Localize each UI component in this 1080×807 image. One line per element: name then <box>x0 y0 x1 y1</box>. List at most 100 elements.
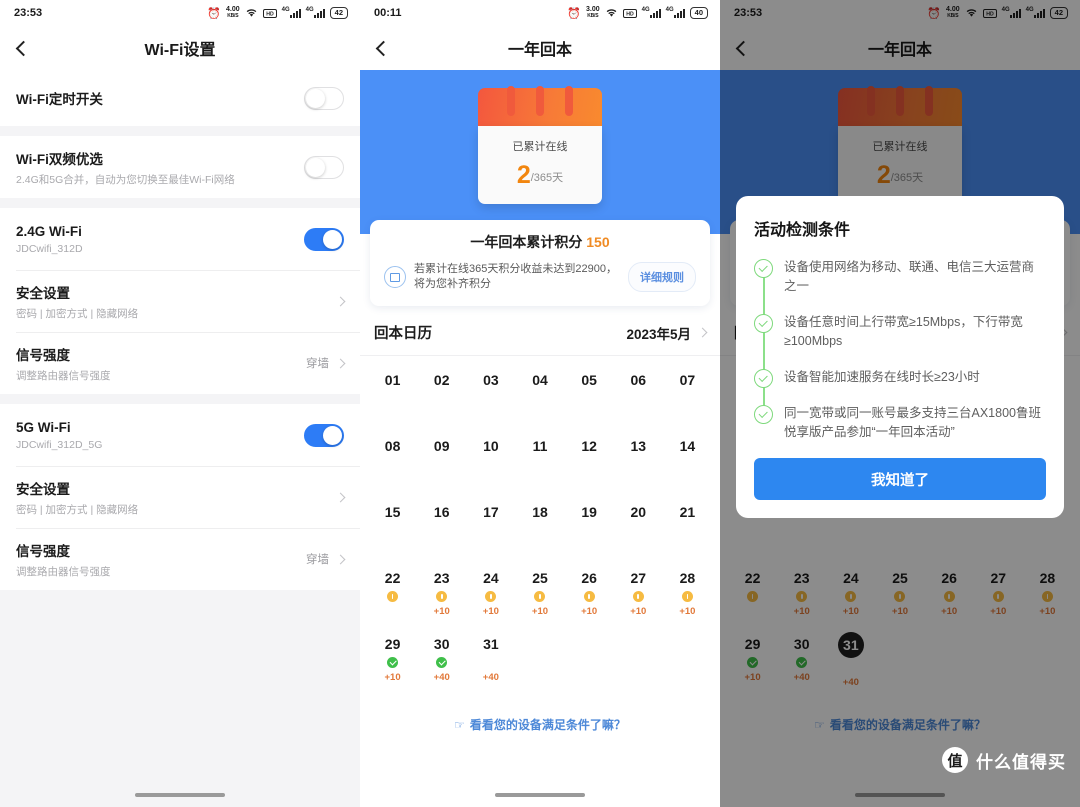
home-indicator[interactable] <box>0 793 360 797</box>
online-days-count: 2 <box>516 161 531 189</box>
row-subtitle: 调整路由器信号强度 <box>16 369 111 382</box>
home-indicator[interactable] <box>360 793 720 797</box>
row-subtitle: JDCwifi_312D_5G <box>16 438 103 451</box>
calendar-day-cell[interactable]: 31 +40 <box>466 628 515 694</box>
check-circle-icon <box>754 259 773 278</box>
signal-sim2-icon: 4G <box>306 7 325 18</box>
setting-row-24g-security[interactable]: 安全设置 密码 | 加密方式 | 隐藏网络 <box>0 270 360 332</box>
calendar-day-cell[interactable]: 11 <box>515 430 564 496</box>
calendar-day-cell[interactable]: 20 <box>614 496 663 562</box>
calendar-day-cell[interactable]: 08 <box>368 430 417 496</box>
calendar-day-cell[interactable]: 26 +10 <box>565 562 614 628</box>
calendar-day-cell[interactable]: 10 <box>466 430 515 496</box>
status-warning-icon <box>681 591 693 602</box>
calendar-day-cell[interactable]: 23 +10 <box>417 562 466 628</box>
status-bar: 00:11 ⏰ 3.00 KB/S HD 4G 4G 40 <box>360 0 720 26</box>
toggle-5g-wifi[interactable] <box>304 423 344 447</box>
calendar-day-cell[interactable]: 25 +10 <box>515 562 564 628</box>
calendar-day-points: +10 <box>679 606 696 617</box>
settings-group-schedule: Wi-Fi定时开关 <box>0 70 360 126</box>
calendar-day-cell[interactable]: 19 <box>565 496 614 562</box>
chevron-right-icon <box>697 327 708 338</box>
calendar-day-number: 06 <box>630 372 647 388</box>
calendar-day-cell[interactable]: 06 <box>614 364 663 430</box>
calendar-day-cell[interactable]: 21 <box>663 496 712 562</box>
calendar-day-points: +40 <box>482 672 499 683</box>
setting-row-wifi-schedule[interactable]: Wi-Fi定时开关 <box>0 70 360 126</box>
status-warning-icon <box>485 591 497 602</box>
calendar-day-cell[interactable]: 16 <box>417 496 466 562</box>
modal-title: 活动检测条件 <box>754 222 851 239</box>
calendar-day-cell[interactable]: 09 <box>417 430 466 496</box>
setting-row-5g-security[interactable]: 安全设置 密码 | 加密方式 | 隐藏网络 <box>0 466 360 528</box>
online-days-value: 2/365天 <box>484 161 596 190</box>
calendar-day-cell[interactable]: 24 +10 <box>466 562 515 628</box>
calendar-day-cell[interactable]: 07 <box>663 364 712 430</box>
calendar-day-cell[interactable]: 18 <box>515 496 564 562</box>
calendar-day-cell[interactable]: 01 <box>368 364 417 430</box>
network-speed-indicator: 4.00 KB/S <box>226 6 240 19</box>
calendar-day-cell[interactable]: 28 +10 <box>663 562 712 628</box>
calendar-day-number: 08 <box>384 438 401 454</box>
status-check-icon <box>436 657 448 668</box>
calendar-day-cell[interactable]: 30 +40 <box>417 628 466 694</box>
setting-row-dual-band[interactable]: Wi-Fi双频优选 2.4G和5G合并，自动为您切换至最佳Wi-Fi网络 <box>0 136 360 198</box>
calendar-day-cell[interactable]: 14 <box>663 430 712 496</box>
calendar-section-header: 回本日历 2023年5月 <box>360 306 720 355</box>
calendar-day-number: 04 <box>532 372 548 388</box>
back-button[interactable] <box>360 26 406 70</box>
calendar-day-number: 10 <box>483 438 499 454</box>
calendar-day-cell[interactable]: 27 +10 <box>614 562 663 628</box>
calendar-day-cell[interactable]: 04 <box>515 364 564 430</box>
calendar-day-points: +10 <box>384 672 401 683</box>
calendar-day-number: 28 <box>679 570 696 586</box>
confirm-button[interactable]: 我知道了 <box>754 458 1046 500</box>
condition-text: 设备使用网络为移动、联通、电信三大运营商之一 <box>784 260 1035 293</box>
check-circle-icon <box>754 369 773 388</box>
calendar-day-number: 03 <box>483 372 499 388</box>
condition-text: 设备任意时间上行带宽≥15Mbps，下行带宽≥100Mbps <box>784 315 1023 348</box>
svg-text:HD: HD <box>626 11 634 17</box>
calendar-day-cell[interactable]: 02 <box>417 364 466 430</box>
calendar-day-number: 18 <box>532 504 548 520</box>
calendar-day-cell[interactable]: 03 <box>466 364 515 430</box>
row-title: 2.4G Wi-Fi <box>16 223 82 239</box>
calendar-day-cell[interactable]: 15 <box>368 496 417 562</box>
calendar-day-cell[interactable]: 13 <box>614 430 663 496</box>
row-subtitle: 密码 | 加密方式 | 隐藏网络 <box>16 503 139 516</box>
toggle-dual-band[interactable] <box>304 155 344 179</box>
calendar-day-number: 13 <box>630 438 647 454</box>
calendar-day-cell[interactable]: 05 <box>565 364 614 430</box>
calendar-day-number: 07 <box>679 372 696 388</box>
check-device-link[interactable]: ☞ 看看您的设备满足条件了嘛？ <box>360 700 720 743</box>
page-title: Wi-Fi设置 <box>144 42 216 59</box>
toggle-wifi-schedule[interactable] <box>304 86 344 110</box>
setting-row-24g-wifi[interactable]: 2.4G Wi-Fi JDCwifi_312D <box>0 208 360 270</box>
calendar-day-cell[interactable]: 29 +10 <box>368 628 417 694</box>
row-title: 信号强度 <box>16 543 70 559</box>
toggle-24g-wifi[interactable] <box>304 227 344 251</box>
setting-row-24g-signal[interactable]: 信号强度 调整路由器信号强度 穿墙 <box>0 332 360 394</box>
calendar-day-number: 02 <box>433 372 450 388</box>
calendar-day-cell[interactable]: 22 <box>368 562 417 628</box>
row-subtitle: 调整路由器信号强度 <box>16 565 111 578</box>
online-days-calendar-card: 已累计在线 2/365天 <box>478 86 602 204</box>
calendar-day-number: 20 <box>630 504 647 520</box>
back-button[interactable] <box>0 26 46 70</box>
calendar-day-number: 01 <box>384 372 401 388</box>
panel-wifi-settings: 23:53 ⏰ 4.00 KB/S HD 4G 4G 42 Wi-Fi设置 Wi… <box>0 0 360 807</box>
status-warning-icon <box>436 591 448 602</box>
calendar-day-number: 29 <box>384 636 401 652</box>
setting-row-5g-wifi[interactable]: 5G Wi-Fi JDCwifi_312D_5G <box>0 404 360 466</box>
calendar-day-number: 15 <box>384 504 401 520</box>
row-value: 穿墙 <box>306 358 329 370</box>
check-circle-icon <box>754 405 773 424</box>
calendar-day-cell[interactable]: 17 <box>466 496 515 562</box>
month-selector[interactable]: 2023年5月 <box>626 323 708 343</box>
row-title: Wi-Fi定时开关 <box>16 92 103 107</box>
condition-text: 设备智能加速服务在线时长≥23小时 <box>784 370 980 384</box>
setting-row-5g-signal[interactable]: 信号强度 调整路由器信号强度 穿墙 <box>0 528 360 590</box>
calendar-day-cell[interactable]: 12 <box>565 430 614 496</box>
detail-rules-button[interactable]: 详细规则 <box>628 262 696 292</box>
condition-item: 设备任意时间上行带宽≥15Mbps，下行带宽≥100Mbps <box>754 313 1046 351</box>
